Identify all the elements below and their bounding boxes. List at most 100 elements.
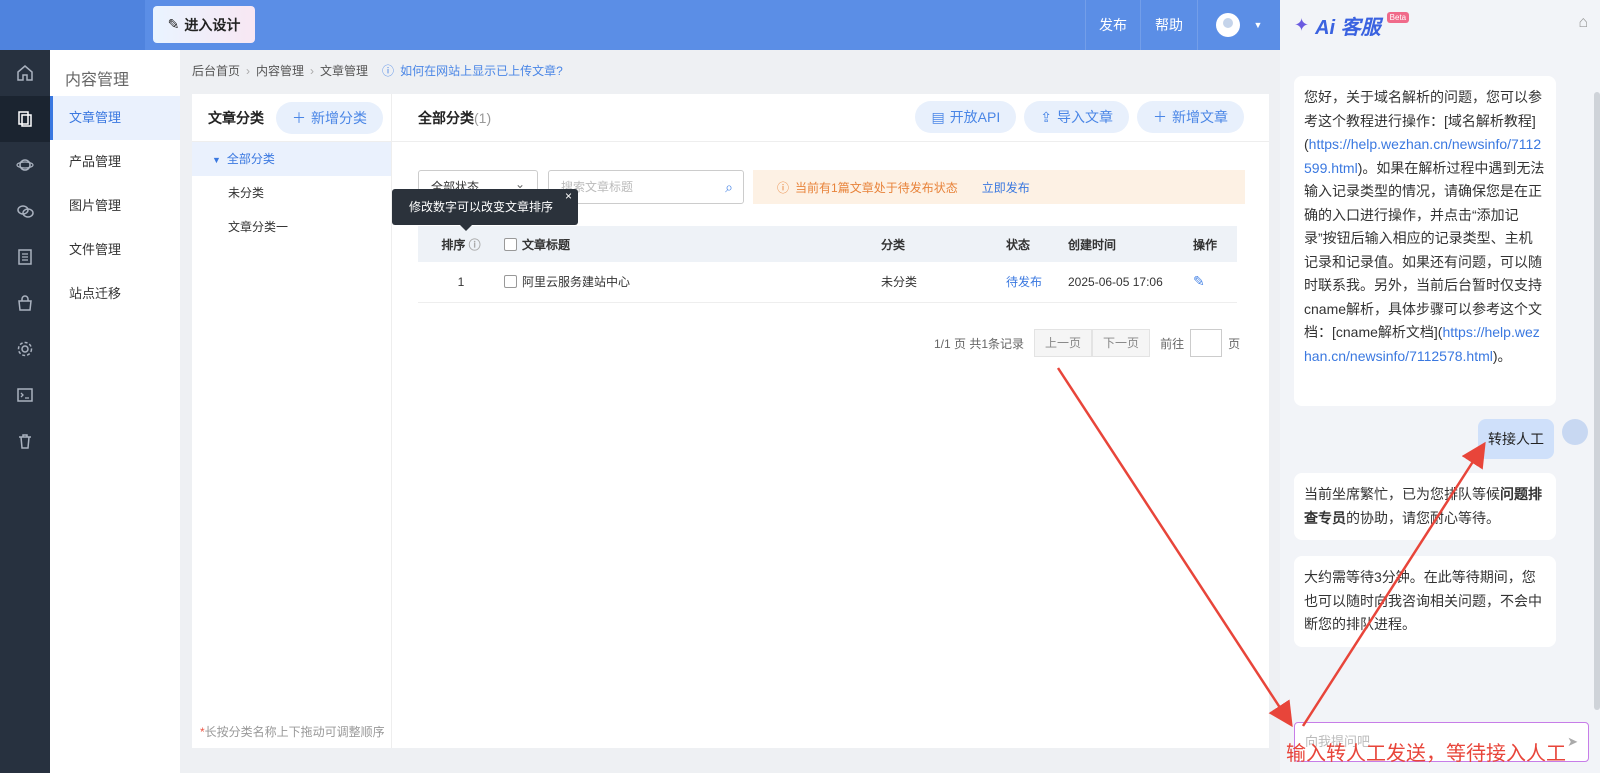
home-icon[interactable] bbox=[0, 50, 50, 96]
publish-button[interactable]: 发布 bbox=[1085, 0, 1140, 50]
category-column: 文章分类 ＋ 新增分类 ▼ 全部分类 未分类 文章分类一 *长按分类名称上下拖动可调… bbox=[192, 94, 392, 748]
chevron-right-icon: › bbox=[246, 63, 251, 78]
category-header: 文章分类 ＋ 新增分类 bbox=[192, 94, 391, 142]
caret-down-icon: ▼ bbox=[212, 155, 221, 165]
ai-message: 当前坐席繁忙，已为您排队等候问题排查专员的协助，请您耐心等待。 bbox=[1294, 473, 1556, 540]
user-message: 转接人工 bbox=[1478, 419, 1554, 459]
terminal-icon[interactable] bbox=[0, 372, 50, 418]
import-article-button[interactable]: ⇪ 导入文章 bbox=[1024, 101, 1129, 133]
ai-logo: Ai 客服 bbox=[1315, 16, 1381, 39]
enter-design-button[interactable]: ✎ 进入设计 bbox=[153, 6, 255, 43]
help-link[interactable]: 如何在网站上显示已上传文章? bbox=[400, 62, 563, 79]
open-api-label: 开放API bbox=[949, 109, 1001, 125]
close-icon[interactable]: × bbox=[565, 178, 572, 214]
table-row: 1 阿里云服务建站中心 未分类 待发布 2025-06-05 17:06 ✎ bbox=[418, 262, 1237, 303]
plus-icon: ＋ bbox=[292, 109, 306, 126]
import-label: 导入文章 bbox=[1057, 109, 1113, 125]
row-checkbox[interactable] bbox=[504, 275, 517, 289]
add-article-button[interactable]: ＋ 新增文章 bbox=[1137, 101, 1244, 133]
content-subnav: 内容管理 文章管理 产品管理 图片管理 文件管理 站点迁移 bbox=[50, 50, 180, 773]
category-title: 文章分类 bbox=[208, 109, 264, 126]
chat-scrollbar[interactable] bbox=[1594, 92, 1600, 710]
doc-icon: ▤ bbox=[931, 108, 945, 125]
col-title-label: 文章标题 bbox=[522, 237, 571, 252]
pending-notice: ⓘ 当前有1篇文章处于待发布状态 立即发布 bbox=[753, 170, 1245, 204]
msg2-text-b: 的协助，请您耐心等待。 bbox=[1346, 509, 1500, 526]
subnav-item-products[interactable]: 产品管理 bbox=[50, 140, 180, 184]
content-icon[interactable] bbox=[0, 96, 50, 142]
shop-bag-icon[interactable] bbox=[0, 280, 50, 326]
list-icon[interactable] bbox=[0, 234, 50, 280]
col-order: 排序 ⓘ bbox=[418, 226, 504, 262]
caret-down-icon: ▼ bbox=[1253, 20, 1263, 30]
plus-icon: ＋ bbox=[1153, 109, 1167, 125]
trash-icon[interactable] bbox=[0, 418, 50, 464]
subnav-title: 内容管理 bbox=[65, 72, 130, 89]
select-all-checkbox[interactable] bbox=[504, 237, 517, 251]
sparkle-icon: ✦ bbox=[1294, 14, 1310, 35]
send-icon[interactable]: ➤ bbox=[1567, 723, 1578, 761]
edit-icon[interactable]: ✎ bbox=[1193, 262, 1237, 303]
logo-area bbox=[0, 0, 145, 50]
planet-icon[interactable] bbox=[0, 142, 50, 188]
next-page-button[interactable]: 下一页 bbox=[1092, 329, 1151, 357]
pencil-icon: ✎ bbox=[167, 16, 180, 32]
category-all[interactable]: ▼ 全部分类 bbox=[192, 142, 391, 176]
gear-icon[interactable] bbox=[0, 326, 50, 372]
list-count: (1) bbox=[474, 109, 492, 126]
subnav-item-articles[interactable]: 文章管理 bbox=[50, 96, 180, 140]
user-menu[interactable]: ▼ bbox=[1197, 0, 1280, 50]
col-status: 状态 bbox=[1006, 226, 1068, 262]
msg1-text-b: )。如果在解析过程中遇到无法输入记录类型的情况，请确保您是在正确的入口进行操作，… bbox=[1304, 159, 1545, 341]
msg2-text-a: 当前坐席繁忙，已为您排队等候 bbox=[1304, 486, 1500, 502]
red-annotation: 输入转人工发送，等待接入人工 bbox=[1286, 743, 1566, 765]
title-cell: 阿里云服务建站中心 bbox=[504, 262, 881, 303]
subnav-item-migration[interactable]: 站点迁移 bbox=[50, 272, 180, 316]
chevron-right-icon: › bbox=[310, 63, 315, 78]
col-order-label: 排序 bbox=[441, 237, 466, 252]
sort-tooltip: 修改数字可以改变文章排序 × bbox=[392, 189, 578, 231]
shop-icon[interactable]: ⌂ bbox=[1578, 14, 1588, 32]
publish-label: 发布 bbox=[1099, 17, 1127, 33]
breadcrumb-content[interactable]: 内容管理 bbox=[256, 62, 304, 79]
col-title: 文章标题 bbox=[504, 226, 881, 262]
top-bar: ✎ 进入设计 发布 帮助 ▼ bbox=[0, 0, 1280, 50]
breadcrumb: 后台首页 › 内容管理 › 文章管理 ⓘ 如何在网站上显示已上传文章? bbox=[192, 62, 563, 79]
beta-badge: Beta bbox=[1386, 11, 1410, 23]
category-tip-text: 长按分类名称上下拖动可调整顺序 bbox=[204, 725, 385, 739]
chat-icon[interactable] bbox=[0, 188, 50, 234]
page-info: 1/1 页 共1条记录 bbox=[934, 336, 1025, 351]
tooltip-text: 修改数字可以改变文章排序 bbox=[409, 200, 554, 214]
category-uncategorized[interactable]: 未分类 bbox=[192, 176, 391, 210]
page-number-input[interactable] bbox=[1190, 329, 1223, 357]
ai-message: 您好，关于域名解析的问题，您可以参考这个教程进行操作：[域名解析教程](http… bbox=[1294, 76, 1556, 406]
help-button[interactable]: 帮助 bbox=[1140, 0, 1197, 50]
ai-message: 大约需等待3分钟。在此等待期间，您也可以随时向我咨询相关问题，不会中断您的排队进… bbox=[1294, 556, 1556, 647]
col-category: 分类 bbox=[881, 226, 1006, 262]
goto-label: 前往 bbox=[1160, 336, 1185, 351]
ai-service-panel: ✦ Ai 客服 Beta ⌂ 您好，关于域名解析的问题，您可以参考这个教程进行操… bbox=[1280, 0, 1600, 773]
subnav-item-files[interactable]: 文件管理 bbox=[50, 228, 180, 272]
open-api-button[interactable]: ▤ 开放API bbox=[915, 101, 1017, 133]
search-icon[interactable]: ⌕ bbox=[725, 171, 733, 203]
list-title: 全部分类 bbox=[418, 109, 474, 126]
icon-sidebar bbox=[0, 50, 50, 773]
breadcrumb-home[interactable]: 后台首页 bbox=[192, 62, 240, 79]
page-label: 页 bbox=[1228, 336, 1241, 351]
order-input[interactable]: 1 bbox=[418, 262, 504, 303]
info-icon: ⓘ bbox=[468, 237, 481, 252]
article-title[interactable]: 阿里云服务建站中心 bbox=[522, 275, 630, 289]
created-cell: 2025-06-05 17:06 bbox=[1068, 262, 1193, 303]
msg1-text-c: )。 bbox=[1492, 347, 1512, 364]
col-created: 创建时间 bbox=[1068, 226, 1193, 262]
category-drag-tip: *长按分类名称上下拖动可调整顺序 bbox=[200, 725, 385, 739]
subnav-item-images[interactable]: 图片管理 bbox=[50, 184, 180, 228]
category-one[interactable]: 文章分类一 bbox=[192, 210, 391, 244]
add-category-button[interactable]: ＋ 新增分类 bbox=[276, 101, 383, 134]
prev-page-button[interactable]: 上一页 bbox=[1034, 329, 1093, 357]
help-label: 帮助 bbox=[1155, 17, 1183, 33]
user-avatar bbox=[1215, 13, 1240, 37]
notice-text: 当前有1篇文章处于待发布状态 bbox=[795, 180, 958, 195]
publish-now-link[interactable]: 立即发布 bbox=[982, 179, 1030, 196]
category-cell: 未分类 bbox=[881, 262, 1006, 303]
